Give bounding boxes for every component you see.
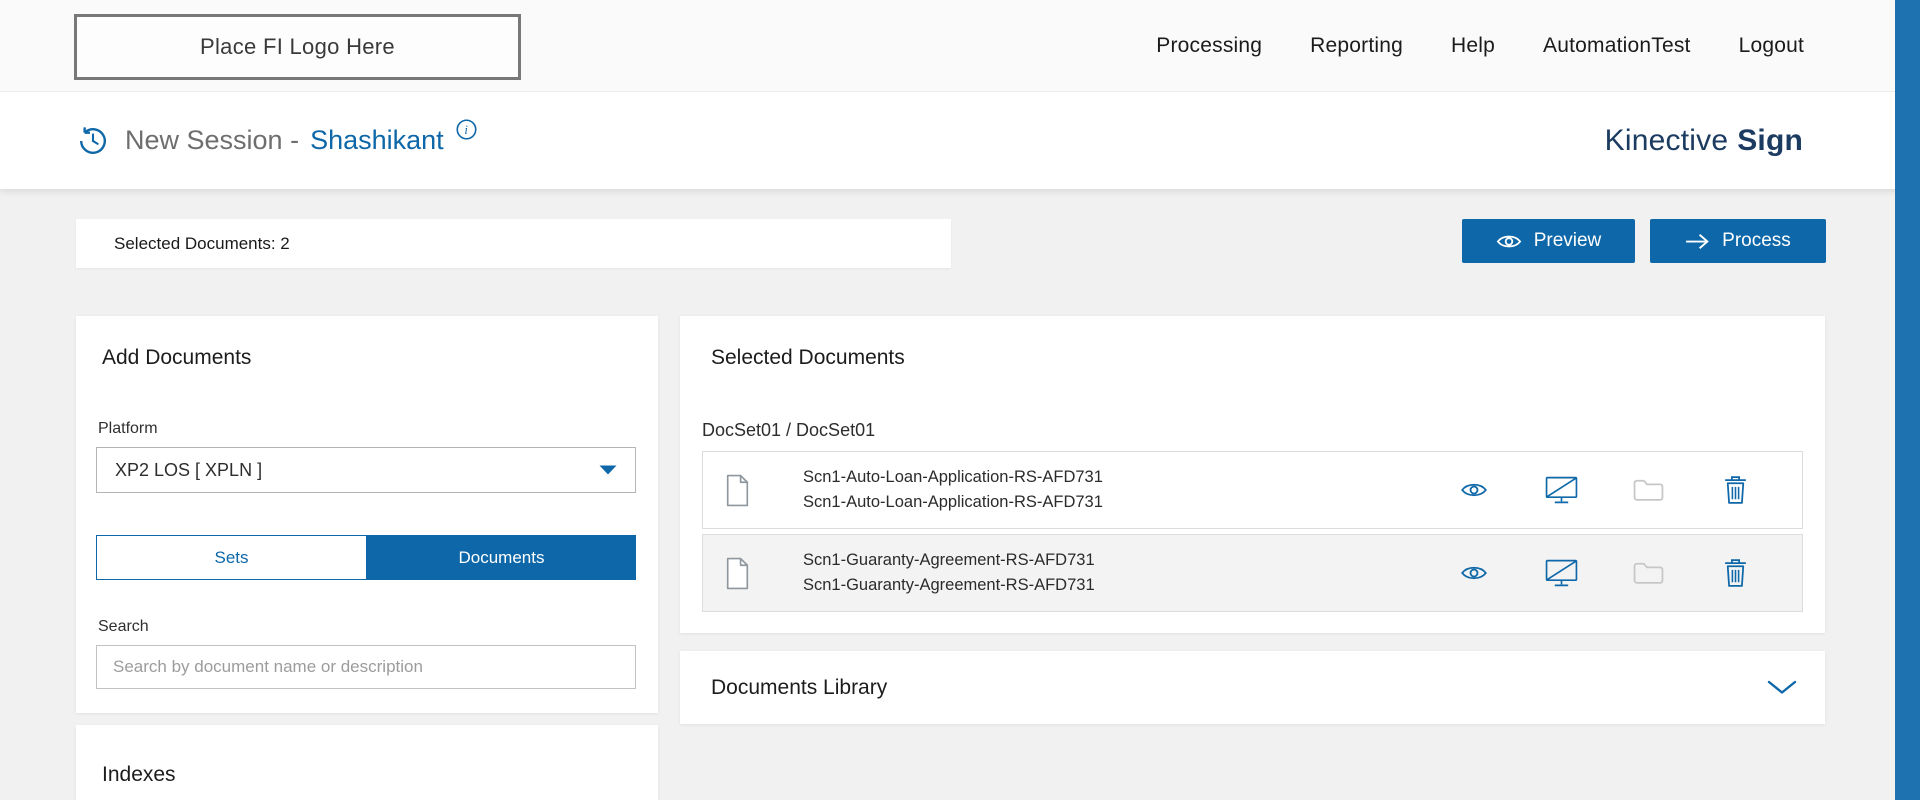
selected-count-label: Selected Documents: 2 (114, 234, 290, 254)
nav-item-processing[interactable]: Processing (1156, 34, 1262, 58)
trash-icon (1723, 558, 1748, 588)
nav-item-reporting[interactable]: Reporting (1310, 34, 1403, 58)
documents-library-title: Documents Library (711, 676, 887, 700)
session-user-link[interactable]: Shashikant (310, 125, 444, 156)
folder-button[interactable] (1631, 474, 1665, 506)
search-label: Search (98, 618, 149, 636)
vertical-scrollbar[interactable] (1895, 0, 1920, 800)
document-text: Scn1-Guaranty-Agreement-RS-AFD731 Scn1-G… (803, 551, 1095, 595)
brand-logo: KinectiveSign (1605, 124, 1803, 158)
add-documents-panel: Add Documents Platform XP2 LOS [ XPLN ] … (76, 316, 658, 713)
platform-dropdown[interactable]: XP2 LOS [ XPLN ] (96, 447, 636, 493)
preview-button[interactable]: Preview (1462, 219, 1635, 263)
document-description: Scn1-Guaranty-Agreement-RS-AFD731 (803, 576, 1095, 595)
platform-label: Platform (98, 420, 158, 438)
selected-count-bar: Selected Documents: 2 (76, 219, 951, 268)
folder-icon (1633, 478, 1664, 502)
platform-dropdown-value: XP2 LOS [ XPLN ] (115, 460, 599, 481)
document-name: Scn1-Auto-Loan-Application-RS-AFD731 (803, 468, 1103, 487)
selected-documents-title: Selected Documents (711, 346, 905, 370)
indexes-panel: Indexes (76, 725, 658, 800)
eye-icon (1460, 481, 1488, 499)
delete-document-button[interactable] (1718, 474, 1752, 506)
process-button[interactable]: Process (1650, 219, 1826, 263)
folder-button[interactable] (1631, 557, 1665, 589)
tab-documents[interactable]: Documents (367, 535, 636, 580)
arrow-right-icon (1685, 233, 1710, 250)
delete-document-button[interactable] (1718, 557, 1752, 589)
process-button-label: Process (1722, 230, 1791, 252)
content-area: Selected Documents: 2 Preview Process Ad… (0, 189, 1920, 800)
fi-logo-placeholder: Place FI Logo Here (74, 14, 521, 80)
trash-icon (1723, 475, 1748, 505)
tab-sets[interactable]: Sets (96, 535, 367, 580)
display-document-button[interactable] (1544, 474, 1578, 506)
chevron-down-icon (599, 465, 617, 475)
folder-icon (1633, 561, 1664, 585)
fi-logo-placeholder-text: Place FI Logo Here (200, 34, 395, 60)
document-icon (724, 474, 751, 507)
brand-bold: Sign (1737, 124, 1803, 157)
new-session-icon (76, 124, 110, 158)
search-input[interactable] (96, 645, 636, 689)
document-row: Scn1-Guaranty-Agreement-RS-AFD731 Scn1-G… (702, 534, 1803, 612)
document-description: Scn1-Auto-Loan-Application-RS-AFD731 (803, 493, 1103, 512)
svg-text:i: i (464, 123, 468, 137)
preview-document-button[interactable] (1457, 474, 1491, 506)
main-nav: Processing Reporting Help AutomationTest… (1156, 0, 1804, 92)
document-icon (724, 557, 751, 590)
display-document-button[interactable] (1544, 557, 1578, 589)
eye-icon (1460, 564, 1488, 582)
top-navigation-bar: Place FI Logo Here Processing Reporting … (0, 0, 1920, 92)
indexes-title: Indexes (102, 763, 176, 787)
nav-item-automationtest[interactable]: AutomationTest (1543, 34, 1691, 58)
preview-document-button[interactable] (1457, 557, 1491, 589)
session-header: New Session - Shashikant i KinectiveSign (0, 92, 1920, 189)
chevron-down-icon[interactable] (1767, 680, 1797, 695)
document-text: Scn1-Auto-Loan-Application-RS-AFD731 Scn… (803, 468, 1103, 512)
page-title: New Session - (125, 125, 299, 156)
document-row: Scn1-Auto-Loan-Application-RS-AFD731 Scn… (702, 451, 1803, 529)
selected-documents-panel: Selected Documents DocSet01 / DocSet01 S… (680, 316, 1825, 633)
session-title-group: New Session - Shashikant i (76, 119, 477, 162)
document-name: Scn1-Guaranty-Agreement-RS-AFD731 (803, 551, 1095, 570)
documents-library-panel[interactable]: Documents Library (680, 651, 1825, 724)
brand-regular: Kinective (1605, 124, 1729, 157)
info-icon[interactable]: i (456, 119, 477, 140)
kinective-sign-app: Place FI Logo Here Processing Reporting … (0, 0, 1920, 800)
add-documents-title: Add Documents (102, 346, 251, 370)
nav-item-logout[interactable]: Logout (1739, 34, 1804, 58)
monitor-slash-icon (1545, 559, 1578, 587)
preview-button-label: Preview (1534, 230, 1602, 252)
monitor-slash-icon (1545, 476, 1578, 504)
docset-label: DocSet01 / DocSet01 (702, 420, 875, 441)
eye-icon (1496, 233, 1522, 250)
nav-item-help[interactable]: Help (1451, 34, 1495, 58)
add-documents-tabs: Sets Documents (96, 535, 636, 580)
document-row-actions (1457, 474, 1802, 506)
document-row-actions (1457, 557, 1802, 589)
